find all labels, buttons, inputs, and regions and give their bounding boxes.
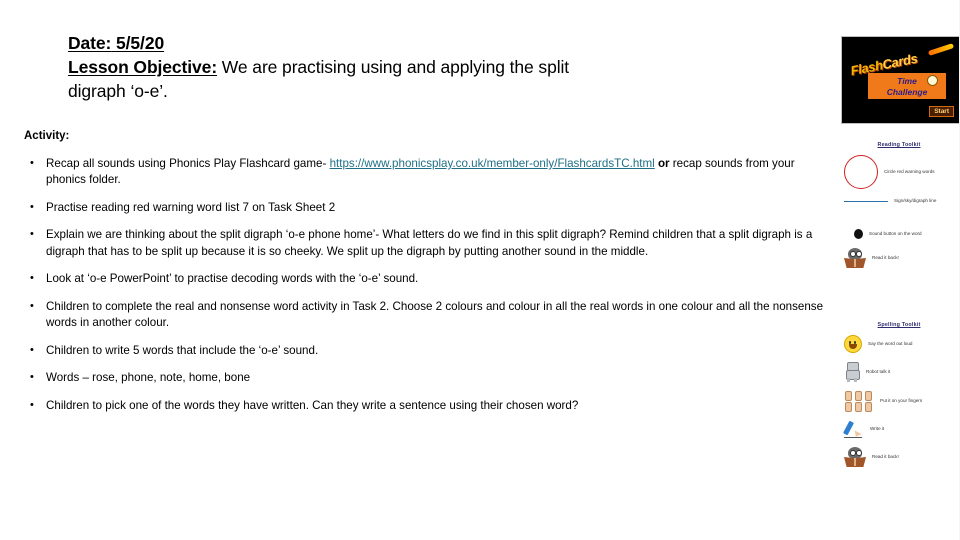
spelling-toolkit-image: Spelling Toolkit Say the word out loud R…: [838, 320, 960, 490]
objective-label: Lesson Objective:: [68, 56, 218, 77]
list-item: • Recap all sounds using Phonics Play Fla…: [24, 156, 836, 189]
list-item: • Children to pick one of the words they …: [24, 398, 836, 414]
comet-streak-icon: [927, 43, 955, 56]
sound-button-dot-icon: [854, 228, 863, 239]
list-item: Put it on your fingers: [844, 391, 960, 413]
objective-line-2: digraph ‘o-e’.: [68, 80, 168, 101]
date-value: 5/5/20: [111, 33, 165, 53]
item-label: Read it back!: [872, 454, 899, 460]
clock-icon: [927, 75, 938, 86]
slide-canvas: Date: 5/5/20 Lesson Objective: We are pr…: [0, 0, 960, 540]
bullet-text: Practise reading red warning word list 7…: [46, 200, 336, 214]
date-label: Date:: [68, 33, 112, 53]
banner-line-2: Challenge: [886, 87, 928, 97]
bullet-dot-icon: •: [30, 371, 34, 384]
underline-icon: [844, 200, 888, 202]
smiley-face-icon: [844, 335, 862, 354]
activity-heading: Activity:: [24, 130, 70, 142]
list-item: Say the word out loud: [844, 335, 960, 354]
owl-reading-icon: [844, 447, 866, 468]
list-item: Write it: [843, 420, 960, 439]
list-item: • Explain we are thinking about the split…: [24, 227, 836, 260]
item-label: Robot talk it: [866, 369, 891, 375]
bullet-text: Children to complete the real and nonsen…: [46, 299, 824, 330]
item-label: Say the word out loud: [868, 341, 913, 347]
bullet-text: Explain we are thinking about the split …: [46, 228, 813, 258]
start-button[interactable]: Start: [929, 106, 954, 117]
date-line: Date: 5/5/20: [68, 32, 848, 56]
bullet-dot-icon: •: [30, 200, 34, 213]
pencil-icon: [843, 420, 864, 439]
bullet-dot-icon: •: [30, 299, 34, 312]
item-label: Circle red warning words: [884, 169, 935, 175]
spelling-toolkit-title: Spelling Toolkit: [877, 322, 921, 328]
title-block: Date: 5/5/20 Lesson Objective: We are pr…: [68, 32, 848, 103]
list-item: • Practise reading red warning word list …: [24, 200, 836, 216]
flashcards-title-cards: Cards: [881, 50, 919, 73]
item-label: Put it on your fingers: [880, 398, 923, 404]
bullet-dot-icon: •: [30, 157, 34, 169]
list-item: Robot talk it: [844, 362, 960, 383]
bullet-dot-icon: •: [30, 343, 34, 356]
flashcards-time-challenge-image: FlashCards Time Challenge Start: [841, 36, 960, 124]
item-label: Read it back!: [872, 255, 899, 260]
objective-line: Lesson Objective: We are practising usin…: [68, 56, 848, 80]
list-item: Read it back!: [844, 247, 960, 268]
list-item: • Words – rose, phone, note, home, bone: [24, 370, 836, 386]
time-challenge-banner: Time Challenge: [868, 73, 946, 99]
reading-toolkit-image: Reading Toolkit Circle red warning words…: [838, 140, 960, 318]
bullet-dot-icon: •: [30, 398, 34, 411]
bullet-dot-icon: •: [30, 228, 34, 241]
list-item: Circle red warning words: [844, 155, 960, 190]
item-label: Sound button on the word: [869, 231, 922, 236]
phonicsplay-link[interactable]: https://www.phonicsplay.co.uk/member-onl…: [330, 157, 655, 170]
bullet-text: Words – rose, phone, note, home, bone: [46, 371, 251, 385]
list-item: • Look at ‘o-e PowerPoint’ to practise de…: [24, 271, 836, 287]
list-item: Sound button on the word: [844, 228, 960, 239]
list-item: • Children to write 5 words that include …: [24, 343, 836, 359]
bullet-text: Look at ‘o-e PowerPoint’ to practise dec…: [46, 272, 419, 286]
bullet-text-pre: Recap all sounds using Phonics Play Flas…: [46, 157, 330, 170]
item-label: Sign/sky/digraph line: [894, 198, 937, 204]
reading-toolkit-title: Reading Toolkit: [877, 142, 921, 148]
list-item: Read it back!: [844, 447, 960, 468]
objective-text: We are practising using and applying the…: [217, 56, 570, 77]
bullet-or-emphasis: or: [657, 157, 670, 170]
list-item: Sign/sky/digraph line: [844, 198, 960, 204]
list-item: • Children to complete the real and nonse…: [24, 299, 836, 332]
fingers-icon: [844, 391, 874, 413]
bullet-text: Children to write 5 words that include t…: [46, 343, 319, 357]
bullet-dot-icon: •: [30, 272, 34, 285]
owl-reading-icon: [844, 247, 866, 268]
red-circle-icon: [844, 155, 878, 190]
activity-bullet-list: • Recap all sounds using Phonics Play Fla…: [24, 156, 836, 425]
bullet-text: Children to pick one of the words they h…: [46, 398, 579, 412]
robot-icon: [844, 362, 860, 383]
item-label: Write it: [870, 426, 885, 432]
